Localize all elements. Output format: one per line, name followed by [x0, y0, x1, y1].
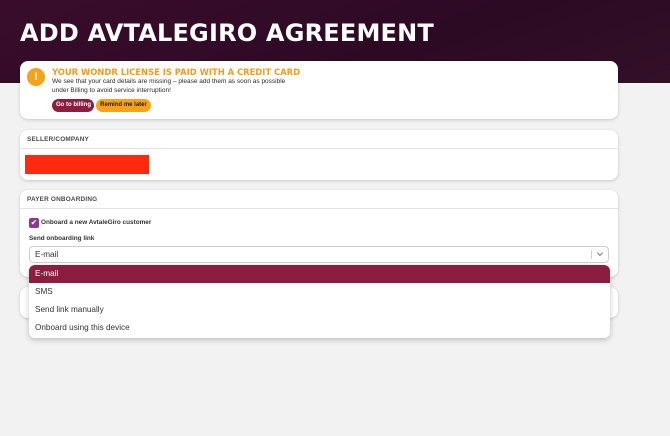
onboard-new-customer-label: Onboard a new AvtaleGiro customer: [41, 219, 152, 226]
chevron-down-icon[interactable]: [595, 249, 605, 260]
license-alert-card: ! YOUR WONDR LICENSE IS PAID WITH A CRED…: [20, 61, 618, 119]
alert-message: We see that your card details are missin…: [52, 78, 286, 94]
payer-onboarding-heading: PAYER ONBOARDING: [20, 190, 618, 209]
page-title: ADD AVTALEGIRO AGREEMENT: [20, 19, 435, 47]
redacted-seller-name: [25, 155, 149, 174]
send-method-dropdown: E-mail SMS Send link manually Onboard us…: [29, 265, 610, 338]
send-method-select[interactable]: E-mail: [29, 246, 609, 263]
send-onboarding-link-label: Send onboarding link: [29, 235, 95, 242]
send-method-selected-value: E-mail: [35, 250, 59, 259]
onboard-new-customer-checkbox[interactable]: ✔: [29, 218, 39, 228]
option-send-link-manually[interactable]: Send link manually: [29, 301, 610, 319]
seller-company-card: SELLER/COMPANY: [20, 130, 618, 180]
warning-icon: !: [27, 68, 45, 86]
option-onboard-this-device[interactable]: Onboard using this device: [29, 319, 610, 337]
option-sms[interactable]: SMS: [29, 283, 610, 301]
go-to-billing-button[interactable]: Go to billing: [52, 99, 94, 112]
payer-onboarding-card: PAYER ONBOARDING ✔ Onboard a new AvtaleG…: [20, 190, 618, 277]
select-separator: [591, 250, 592, 259]
seller-company-heading: SELLER/COMPANY: [20, 130, 618, 149]
option-email[interactable]: E-mail: [29, 265, 610, 283]
remind-me-later-button[interactable]: Remind me later: [96, 99, 151, 112]
alert-title: YOUR WONDR LICENSE IS PAID WITH A CREDIT…: [52, 67, 301, 77]
